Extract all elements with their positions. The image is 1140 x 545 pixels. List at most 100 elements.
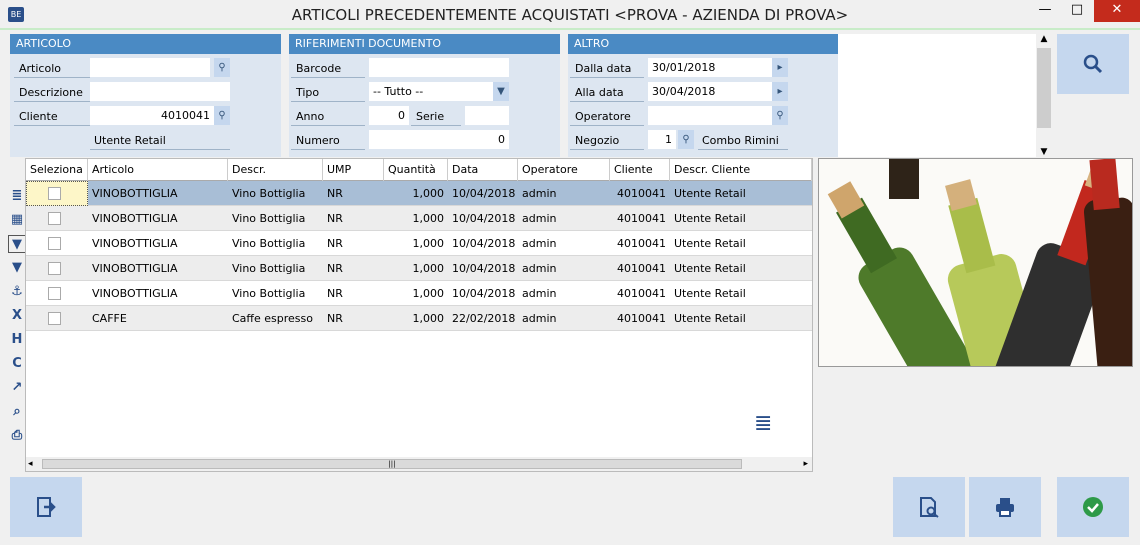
table-cell: Utente Retail bbox=[674, 287, 746, 300]
table-cell: NR bbox=[327, 187, 343, 200]
preview-icon[interactable]: ⌕ bbox=[8, 403, 26, 421]
cliente-input[interactable]: 4010041 bbox=[90, 106, 214, 125]
search-icon bbox=[1083, 54, 1103, 74]
arrow-right-icon[interactable]: ▸ bbox=[772, 58, 788, 77]
arrow-right-icon[interactable]: ▸ bbox=[772, 82, 788, 101]
filter-text-icon[interactable]: ▼ bbox=[8, 259, 26, 277]
horizontal-scrollbar[interactable]: ◂ ||| ▸ bbox=[26, 457, 812, 471]
select-checkbox[interactable] bbox=[48, 187, 61, 200]
close-button[interactable]: ✕ bbox=[1094, 0, 1140, 22]
table-cell: 10/04/2018 bbox=[452, 262, 516, 275]
table-cell: 22/02/2018 bbox=[452, 312, 516, 325]
scrollbar-thumb[interactable] bbox=[1037, 48, 1051, 128]
wine-bottles-image bbox=[819, 159, 1132, 366]
column-header[interactable]: Seleziona bbox=[26, 159, 88, 181]
table-cell: admin bbox=[522, 212, 557, 225]
chart-icon[interactable]: ↗ bbox=[8, 379, 26, 397]
title-bar: BE ARTICOLI PRECEDENTEMENTE ACQUISTATI <… bbox=[0, 0, 1140, 30]
altro-panel: ALTRO Dalla data 30/01/2018 ▸ Alla data … bbox=[568, 34, 838, 157]
anchor-icon[interactable]: ⚓ bbox=[8, 283, 26, 301]
table-cell: NR bbox=[327, 237, 343, 250]
table-cell: Caffe espresso bbox=[232, 312, 313, 325]
notes-icon[interactable]: ≣ bbox=[754, 411, 772, 436]
scroll-right-icon[interactable]: ▸ bbox=[803, 457, 808, 471]
operatore-input[interactable] bbox=[648, 106, 772, 125]
search-icon[interactable]: ⚲ bbox=[678, 130, 694, 149]
print-preview-button[interactable] bbox=[893, 477, 965, 537]
table-row[interactable]: VINOBOTTIGLIA Vino Bottiglia NR 1,000 10/04/… bbox=[26, 256, 812, 281]
filter-icon[interactable]: ▼ bbox=[8, 235, 26, 253]
column-icon[interactable]: C bbox=[8, 355, 26, 373]
column-header[interactable]: Descr. Cliente bbox=[670, 159, 812, 181]
cliente-label: Cliente bbox=[14, 107, 90, 126]
serie-input[interactable] bbox=[465, 106, 509, 125]
table-cell: admin bbox=[522, 237, 557, 250]
print-button[interactable] bbox=[969, 477, 1041, 537]
table-cell: 4010041 bbox=[617, 237, 666, 250]
dalla-data-input[interactable]: 30/01/2018 bbox=[648, 58, 772, 77]
articolo-label: Articolo bbox=[14, 59, 90, 78]
table-cell: VINOBOTTIGLIA bbox=[92, 262, 178, 275]
product-image bbox=[818, 158, 1133, 367]
panel-header: ALTRO bbox=[568, 34, 838, 54]
table-cell: 4010041 bbox=[617, 287, 666, 300]
column-header[interactable]: Articolo bbox=[88, 159, 228, 181]
table-cell: 4010041 bbox=[617, 212, 666, 225]
search-icon[interactable]: ⚲ bbox=[214, 58, 230, 77]
table-row[interactable]: VINOBOTTIGLIA Vino Bottiglia NR 1,000 10/04/… bbox=[26, 281, 812, 306]
column-header[interactable]: Cliente bbox=[610, 159, 670, 181]
table-icon[interactable]: ▦ bbox=[8, 211, 26, 229]
minimize-button[interactable]: — bbox=[1030, 0, 1060, 22]
articolo-input[interactable] bbox=[90, 58, 210, 77]
select-checkbox[interactable] bbox=[48, 212, 61, 225]
column-header[interactable]: Descr. bbox=[228, 159, 323, 181]
barcode-input[interactable] bbox=[369, 58, 509, 77]
tipo-label: Tipo bbox=[291, 83, 365, 102]
select-checkbox[interactable] bbox=[48, 287, 61, 300]
table-cell: Vino Bottiglia bbox=[232, 212, 306, 225]
scroll-down-icon[interactable]: ▼ bbox=[1036, 147, 1052, 157]
anno-input[interactable]: 0 bbox=[369, 106, 409, 125]
table-cell: 1,000 bbox=[412, 287, 445, 300]
table-cell: Vino Bottiglia bbox=[232, 237, 306, 250]
exit-button[interactable] bbox=[10, 477, 82, 537]
search-icon[interactable]: ⚲ bbox=[772, 106, 788, 125]
table-row[interactable]: VINOBOTTIGLIA Vino Bottiglia NR 1,000 10/04/… bbox=[26, 206, 812, 231]
filter-scrollbar[interactable]: ▲ ▼ bbox=[1036, 34, 1052, 157]
select-checkbox[interactable] bbox=[48, 312, 61, 325]
hide-column-icon[interactable]: H bbox=[8, 331, 26, 349]
results-grid: Seleziona Articolo Descr. UMP Quantità Data Op… bbox=[25, 158, 813, 472]
chevron-down-icon[interactable]: ▼ bbox=[493, 82, 509, 101]
table-cell: 1,000 bbox=[412, 187, 445, 200]
scroll-up-icon[interactable]: ▲ bbox=[1036, 34, 1052, 44]
column-header[interactable]: Quantità bbox=[384, 159, 448, 181]
select-checkbox[interactable] bbox=[48, 237, 61, 250]
table-cell: 10/04/2018 bbox=[452, 287, 516, 300]
negozio-input[interactable]: 1 bbox=[648, 130, 676, 149]
alla-data-input[interactable]: 30/04/2018 bbox=[648, 82, 772, 101]
column-header[interactable]: Data bbox=[448, 159, 518, 181]
table-row[interactable]: VINOBOTTIGLIA Vino Bottiglia NR 1,000 10/04/… bbox=[26, 231, 812, 256]
table-cell: Utente Retail bbox=[674, 237, 746, 250]
print-icon[interactable]: ⎙ bbox=[8, 427, 26, 445]
confirm-button[interactable] bbox=[1057, 477, 1129, 537]
panel-header: RIFERIMENTI DOCUMENTO bbox=[289, 34, 560, 54]
scrollbar-thumb[interactable]: ||| bbox=[42, 459, 742, 469]
search-button[interactable] bbox=[1057, 34, 1129, 94]
tipo-select[interactable]: -- Tutto -- bbox=[369, 82, 493, 101]
preview-icon bbox=[920, 497, 939, 518]
table-row[interactable]: VINOBOTTIGLIA Vino Bottiglia NR 1,000 10/04/… bbox=[26, 181, 812, 206]
table-cell: Utente Retail bbox=[674, 312, 746, 325]
column-header[interactable]: Operatore bbox=[518, 159, 610, 181]
table-row[interactable]: CAFFE Caffe espresso NR 1,000 22/02/2018 admi… bbox=[26, 306, 812, 331]
list-icon[interactable]: ≣ bbox=[8, 187, 26, 205]
descrizione-input[interactable] bbox=[90, 82, 230, 101]
maximize-button[interactable]: □ bbox=[1062, 0, 1092, 22]
column-header[interactable]: UMP bbox=[323, 159, 384, 181]
table-cell: Utente Retail bbox=[674, 212, 746, 225]
scroll-left-icon[interactable]: ◂ bbox=[28, 457, 33, 471]
numero-input[interactable]: 0 bbox=[369, 130, 509, 149]
select-checkbox[interactable] bbox=[48, 262, 61, 275]
search-icon[interactable]: ⚲ bbox=[214, 106, 230, 125]
remove-column-icon[interactable]: X bbox=[8, 307, 26, 325]
